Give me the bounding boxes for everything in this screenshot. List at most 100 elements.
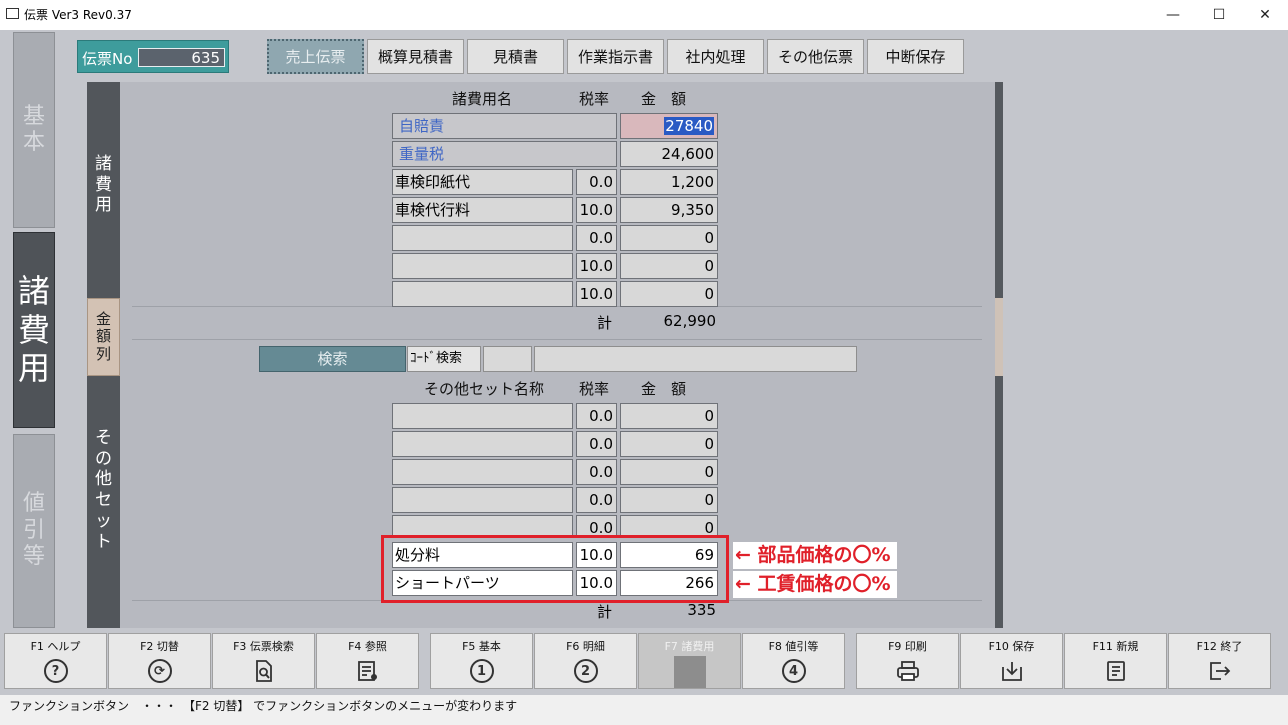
save-icon bbox=[1000, 658, 1024, 684]
code-search-input[interactable] bbox=[483, 346, 532, 372]
shohi-fixed-amount[interactable]: 24,600 bbox=[620, 141, 718, 167]
disabled-icon bbox=[673, 656, 706, 688]
divider-line bbox=[132, 339, 982, 340]
tab-shanai-shori[interactable]: 社内処理 bbox=[667, 39, 764, 74]
f5-basic-button[interactable]: F5 基本 1 bbox=[430, 633, 533, 689]
shohi-row-rate[interactable]: 10.0 bbox=[576, 281, 617, 307]
f9-label: F9 印刷 bbox=[888, 640, 927, 653]
shohi-header-amount: 金 額 bbox=[641, 90, 687, 108]
tab-sagyo-shiji[interactable]: 作業指示書 bbox=[567, 39, 664, 74]
other-set-section-bar: その他セット bbox=[87, 376, 120, 628]
shohi-fixed-name: 重量税 bbox=[392, 141, 617, 167]
close-button[interactable]: ✕ bbox=[1242, 0, 1288, 30]
other-set-row-rate[interactable]: 0.0 bbox=[576, 487, 617, 513]
shohi-row-name[interactable] bbox=[392, 253, 573, 279]
f1-help-button[interactable]: F1 ヘルプ ? bbox=[4, 633, 107, 689]
shohi-row-rate[interactable]: 0.0 bbox=[576, 169, 617, 195]
shohi-right-strip bbox=[995, 82, 1003, 298]
window-title: 伝票 Ver3 Rev0.37 bbox=[24, 8, 132, 22]
left-tab-basic-label: 基本 bbox=[22, 103, 45, 155]
code-name-field[interactable] bbox=[534, 346, 857, 372]
f1-label: F1 ヘルプ bbox=[30, 640, 81, 653]
shohi-row-rate[interactable]: 10.0 bbox=[576, 253, 617, 279]
shohi-fixed-name: 自賠責 bbox=[392, 113, 617, 139]
f3-doc-search-button[interactable]: F3 伝票検索 bbox=[212, 633, 315, 689]
other-set-row-name[interactable] bbox=[392, 403, 573, 429]
number-1-icon: 1 bbox=[469, 658, 494, 684]
kingaku-column-tab[interactable]: 金額列 bbox=[87, 298, 120, 376]
f8-label: F8 値引等 bbox=[768, 640, 819, 653]
f7-shohi-button[interactable]: F7 諸費用 bbox=[638, 633, 741, 689]
shohi-section-label: 諸費用 bbox=[95, 154, 112, 216]
main-client: 基本 諸費用 値引等 伝票No 635 売上伝票 概算見積書 見積書 作業指示書… bbox=[0, 30, 1288, 695]
switch-icon: ⟳ bbox=[147, 658, 172, 684]
tab-sonota-denpyo[interactable]: その他伝票 bbox=[767, 39, 864, 74]
annotation-parts-price: ← 部品価格の〇% bbox=[733, 542, 897, 569]
shohi-total-value: 62,990 bbox=[663, 312, 717, 330]
f6-label: F6 明細 bbox=[566, 640, 605, 653]
other-set-row-name[interactable] bbox=[392, 515, 573, 537]
other-set-row-amount[interactable]: 0 bbox=[620, 459, 718, 485]
f6-detail-button[interactable]: F6 明細 2 bbox=[534, 633, 637, 689]
other-set-row-rate[interactable]: 0.0 bbox=[576, 459, 617, 485]
left-tab-basic[interactable]: 基本 bbox=[13, 32, 55, 228]
shohi-row-amount[interactable]: 0 bbox=[620, 253, 718, 279]
other-set-section-label: その他セット bbox=[95, 428, 112, 552]
tab-gaisan-mitsumori[interactable]: 概算見積書 bbox=[367, 39, 464, 74]
kingaku-column-label: 金額列 bbox=[95, 310, 111, 363]
f12-exit-button[interactable]: F12 終了 bbox=[1168, 633, 1271, 689]
shohi-total-label: 計 bbox=[597, 314, 613, 332]
tab-chudan-hozon[interactable]: 中断保存 bbox=[867, 39, 964, 74]
shohi-row-rate[interactable]: 0.0 bbox=[576, 225, 617, 251]
printer-icon bbox=[895, 658, 921, 684]
denpyo-number-value[interactable]: 635 bbox=[138, 48, 225, 67]
f11-new-button[interactable]: F11 新規 bbox=[1064, 633, 1167, 689]
doc-search-icon bbox=[253, 658, 275, 684]
other-set-header-amount: 金 額 bbox=[641, 380, 687, 398]
other-set-row-name[interactable] bbox=[392, 431, 573, 457]
annotation-labor-price: ← 工賃価格の〇% bbox=[733, 571, 897, 598]
tab-mitsumori[interactable]: 見積書 bbox=[467, 39, 564, 74]
other-set-row-name[interactable] bbox=[392, 459, 573, 485]
f8-nebiki-button[interactable]: F8 値引等 4 bbox=[742, 633, 845, 689]
shohi-row-rate[interactable]: 10.0 bbox=[576, 197, 617, 223]
left-tab-nebiki[interactable]: 値引等 bbox=[13, 434, 55, 628]
shohi-row-name[interactable] bbox=[392, 225, 573, 251]
help-icon: ? bbox=[43, 658, 68, 684]
shohi-row-amount[interactable]: 9,350 bbox=[620, 197, 718, 223]
shohi-row-amount[interactable]: 1,200 bbox=[620, 169, 718, 195]
shohi-row-name[interactable]: 車検印紙代 bbox=[392, 169, 573, 195]
f4-reference-button[interactable]: F4 参照 bbox=[316, 633, 419, 689]
shohi-row-amount[interactable]: 0 bbox=[620, 225, 718, 251]
title-bar: 伝票 Ver3 Rev0.37 — ☐ ✕ bbox=[0, 0, 1288, 30]
other-set-row-rate[interactable]: 0.0 bbox=[576, 515, 617, 537]
shohi-header-name: 諸費用名 bbox=[452, 90, 513, 108]
shohi-row-name[interactable]: 車検代行料 bbox=[392, 197, 573, 223]
f4-label: F4 参照 bbox=[348, 640, 387, 653]
shohi-fixed-amount[interactable]: 27840 bbox=[620, 113, 718, 139]
scroll-handle[interactable] bbox=[995, 298, 1003, 376]
app-icon bbox=[6, 8, 19, 19]
shohi-row-amount[interactable]: 0 bbox=[620, 281, 718, 307]
other-set-row-rate[interactable]: 0.0 bbox=[576, 431, 617, 457]
other-set-row-name[interactable] bbox=[392, 487, 573, 513]
other-set-row-amount[interactable]: 0 bbox=[620, 431, 718, 457]
search-button[interactable]: 検索 bbox=[259, 346, 406, 372]
tab-uriage-denpyo[interactable]: 売上伝票 bbox=[267, 39, 364, 74]
number-4-icon: 4 bbox=[781, 658, 806, 684]
denpyo-number-label: 伝票No bbox=[82, 50, 133, 68]
other-set-row-amount[interactable]: 0 bbox=[620, 515, 718, 537]
other-set-row-amount[interactable]: 0 bbox=[620, 403, 718, 429]
minimize-button[interactable]: — bbox=[1150, 0, 1196, 30]
status-bar: ファンクションボタン ・・・ 【F2 切替】 でファンクションボタンのメニューが… bbox=[0, 695, 1288, 725]
highlight-box bbox=[381, 535, 729, 603]
f2-switch-button[interactable]: F2 切替 ⟳ bbox=[108, 633, 211, 689]
f10-save-button[interactable]: F10 保存 bbox=[960, 633, 1063, 689]
shohi-section-bar: 諸費用 bbox=[87, 82, 120, 298]
left-tab-shohi[interactable]: 諸費用 bbox=[13, 232, 55, 428]
maximize-button[interactable]: ☐ bbox=[1196, 0, 1242, 30]
f9-print-button[interactable]: F9 印刷 bbox=[856, 633, 959, 689]
shohi-row-name[interactable] bbox=[392, 281, 573, 307]
other-set-row-rate[interactable]: 0.0 bbox=[576, 403, 617, 429]
other-set-row-amount[interactable]: 0 bbox=[620, 487, 718, 513]
